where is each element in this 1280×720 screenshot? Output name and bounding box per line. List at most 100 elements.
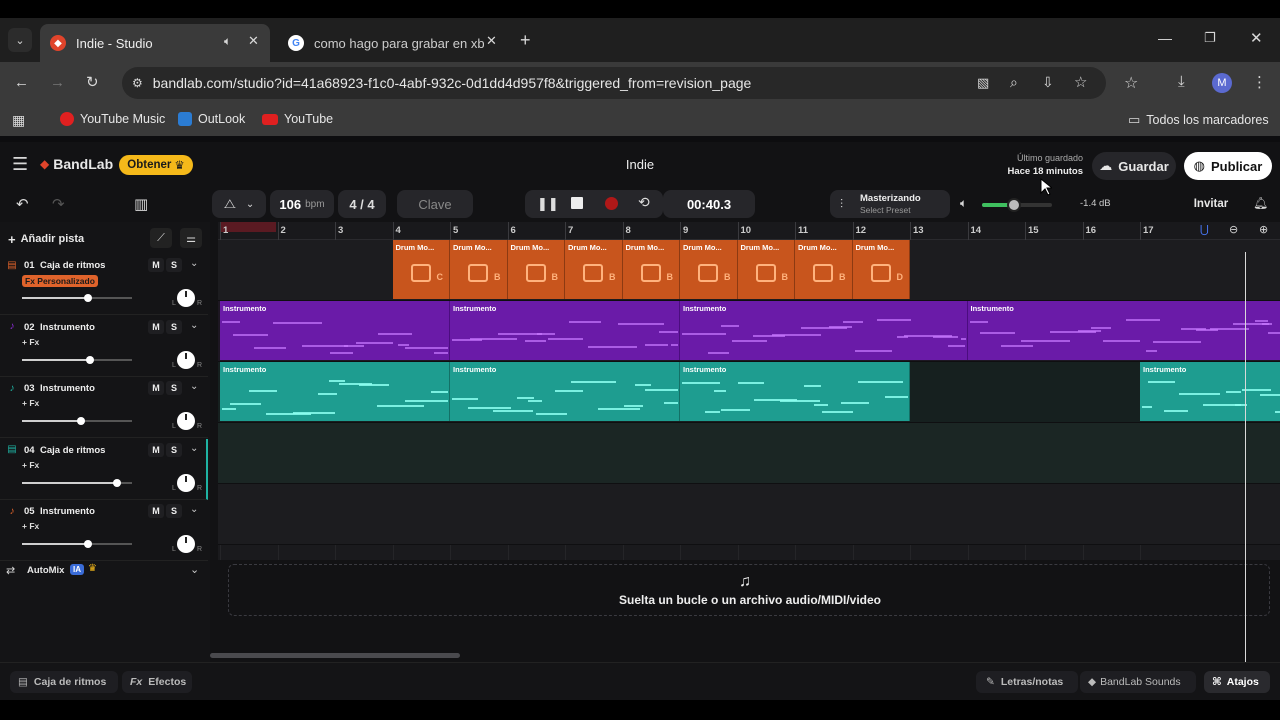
track-volume-knob[interactable]: [112, 478, 121, 487]
loop-region-marker[interactable]: [220, 222, 276, 232]
address-bar[interactable]: ⚙︎ bandlab.com/studio?id=41a68923-f1c0-4…: [122, 67, 1106, 99]
instrument-clip[interactable]: Instrumento: [450, 362, 680, 421]
track-name[interactable]: Instrumento: [40, 322, 95, 333]
site-settings-icon[interactable]: ⚙︎: [132, 76, 143, 90]
pan-knob[interactable]: [177, 289, 195, 307]
mastering-button[interactable]: ⫶ Masterizando Select Preset: [830, 190, 950, 218]
notification-bell-icon[interactable]: 🔔︎: [1253, 196, 1268, 210]
instrument-clip[interactable]: Instrumento: [680, 362, 910, 421]
pan-knob[interactable]: [177, 535, 195, 553]
track-name[interactable]: Instrumento: [40, 506, 95, 517]
tab-google-search[interactable]: G como hago para grabar en xbo ✕: [278, 24, 508, 62]
new-tab-icon[interactable]: +: [520, 30, 531, 51]
track-header-01[interactable]: ▤ 01 Caja de ritmos Fx Personalizado M S…: [0, 254, 208, 315]
track-name[interactable]: Caja de ritmos: [40, 260, 105, 271]
instrument-clip[interactable]: Instrumento: [967, 301, 1280, 360]
record-icon[interactable]: [605, 197, 618, 210]
camera-blocked-icon[interactable]: ▧: [977, 75, 989, 91]
track-volume-knob[interactable]: [84, 540, 92, 548]
save-button[interactable]: ☁︎ Guardar: [1092, 152, 1176, 180]
close-tab-icon[interactable]: ✕: [486, 33, 497, 49]
drum-clip[interactable]: Drum Mo... B: [565, 240, 623, 299]
tab-search-chevron-icon[interactable]: ⌄: [8, 28, 32, 52]
apps-grid-icon[interactable]: ▦: [12, 112, 25, 129]
solo-button[interactable]: S: [166, 442, 182, 457]
horizontal-scrollbar[interactable]: [210, 653, 460, 658]
bandlab-logo[interactable]: ◆ BandLab: [40, 156, 113, 172]
zoom-in-icon[interactable]: ⊕: [1259, 223, 1268, 236]
lane-05[interactable]: [218, 484, 1280, 545]
loop-icon[interactable]: ⟲: [638, 194, 650, 211]
drum-clip[interactable]: Drum Mo... C: [392, 240, 450, 299]
time-signature-field[interactable]: 4 / 4: [338, 190, 386, 218]
bookmark-outlook[interactable]: OutLook: [178, 112, 245, 126]
mixer-icon[interactable]: ⚌: [180, 228, 202, 248]
track-lanes[interactable]: Drum Mo... C Drum Mo... B Drum Mo... B Drum…: [218, 240, 1280, 560]
timeline-ruler[interactable]: 1 2 3 4 5 6 7 8 9 10 11 12 13 14 15 16 17 ⋃ ⊖ ⊕: [218, 222, 1280, 240]
chevron-down-icon[interactable]: ⌄: [190, 443, 198, 454]
instrument-clip[interactable]: Instrumento: [220, 301, 450, 360]
lane-03[interactable]: Instrumento Instrumento Instrumento Instrum…: [218, 362, 1280, 423]
chevron-down-icon[interactable]: ⌄: [190, 563, 199, 576]
effects-button[interactable]: Fx Efectos: [122, 671, 192, 693]
instrument-clip[interactable]: Instrumento: [220, 362, 450, 421]
drop-zone[interactable]: ♫ Suelta un bucle o un archivo audio/MID…: [228, 564, 1270, 616]
speaker-volume-icon[interactable]: 🔈︎: [960, 196, 967, 211]
chevron-down-icon[interactable]: ⌄: [190, 504, 198, 515]
instrument-clip[interactable]: Instrumento: [680, 301, 968, 360]
get-membership-button[interactable]: Obtener ♛: [119, 155, 193, 175]
drum-clip[interactable]: Drum Mo... B: [507, 240, 565, 299]
pause-icon[interactable]: ❚❚: [537, 196, 559, 212]
bandlab-sounds-button[interactable]: ◆ BandLab Sounds: [1080, 671, 1196, 693]
track-fx-button[interactable]: + Fx: [22, 460, 39, 470]
track-volume-slider[interactable]: [22, 355, 132, 364]
track-volume-knob[interactable]: [77, 417, 86, 425]
drum-machine-button[interactable]: ▤ Caja de ritmos: [10, 671, 118, 693]
bookmark-youtube[interactable]: YouTube: [262, 112, 333, 126]
restore-icon[interactable]: ❐: [1204, 30, 1216, 46]
playhead[interactable]: [1245, 252, 1246, 662]
mute-button[interactable]: M: [148, 258, 164, 272]
hamburger-menu-icon[interactable]: ☰: [12, 154, 28, 175]
piano-keyboard-icon[interactable]: ▥: [134, 195, 148, 213]
track-volume-knob[interactable]: [84, 294, 92, 302]
track-header-05[interactable]: ♪ 05 Instrumento + Fx M S ⌄ L R: [0, 500, 208, 561]
install-app-icon[interactable]: ⇩: [1042, 74, 1054, 91]
reload-icon[interactable]: ↻: [86, 73, 99, 91]
track-volume-slider[interactable]: [22, 294, 132, 302]
track-volume-slider[interactable]: [22, 478, 132, 487]
track-name[interactable]: Instrumento: [40, 383, 95, 394]
track-fx-button[interactable]: + Fx: [22, 337, 39, 347]
invite-button[interactable]: Invitar: [1187, 190, 1235, 218]
mute-button[interactable]: M: [148, 319, 164, 334]
tempo-field[interactable]: 106 bpm: [270, 190, 334, 218]
drum-clip[interactable]: Drum Mo... B: [680, 240, 738, 299]
track-fx-button[interactable]: + Fx: [22, 398, 39, 408]
solo-button[interactable]: S: [166, 381, 182, 395]
chevron-down-icon[interactable]: ⌄: [190, 381, 198, 392]
track-name[interactable]: Caja de ritmos: [40, 445, 105, 456]
pan-knob[interactable]: [177, 473, 195, 492]
solo-button[interactable]: S: [166, 504, 182, 518]
publish-button[interactable]: ◍ Publicar: [1184, 152, 1272, 180]
menu-kebab-icon[interactable]: ⋮: [1252, 73, 1267, 91]
track-fx-button[interactable]: Fx Personalizado: [22, 275, 98, 287]
master-volume-slider[interactable]: [982, 198, 1052, 212]
drum-clip[interactable]: Drum Mo... B: [450, 240, 508, 299]
key-button[interactable]: Clave: [397, 190, 473, 218]
track-volume-knob[interactable]: [86, 355, 95, 364]
mute-button[interactable]: M: [148, 381, 164, 395]
project-title[interactable]: Indie: [600, 157, 680, 172]
all-bookmarks[interactable]: ▭ Todos los marcadores: [1128, 112, 1269, 128]
minimize-icon[interactable]: —: [1158, 30, 1172, 46]
lyrics-notes-button[interactable]: ✎ Letras/notas: [976, 671, 1078, 693]
close-tab-icon[interactable]: ✕: [248, 33, 259, 49]
zoom-out-icon[interactable]: ⊖: [1229, 223, 1238, 236]
track-header-03[interactable]: ♪ 03 Instrumento + Fx M S ⌄ L R: [0, 377, 208, 438]
forward-icon[interactable]: →: [50, 74, 65, 91]
chevron-down-icon[interactable]: ⌄: [190, 258, 198, 269]
tab-indie-studio[interactable]: ◆ Indie - Studio 🔈︎ ✕: [40, 24, 270, 62]
favorites-icon[interactable]: ☆: [1124, 73, 1138, 93]
chevron-down-icon[interactable]: ⌄: [190, 320, 198, 331]
bookmark-youtube-music[interactable]: YouTube Music: [60, 112, 165, 126]
